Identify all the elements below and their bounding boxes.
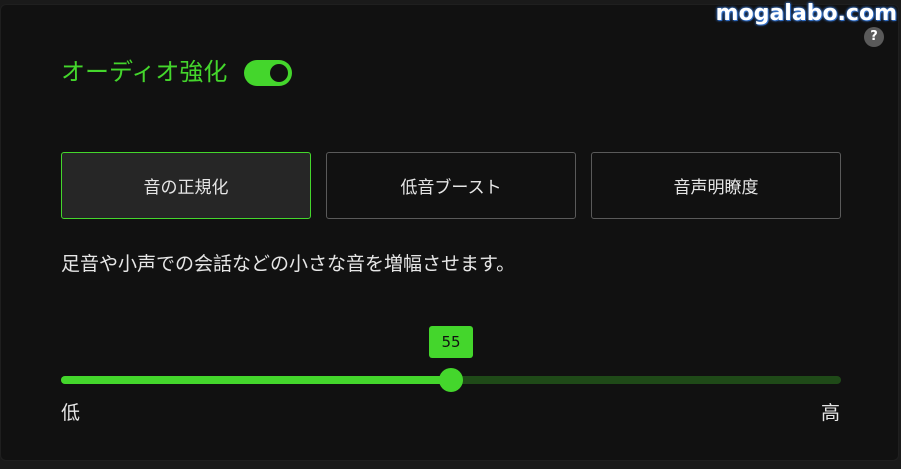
- mode-button-label: 低音ブースト: [400, 178, 502, 198]
- audio-enhance-title: オーディオ強化: [61, 58, 228, 86]
- mode-button-bass-boost[interactable]: 低音ブースト: [326, 152, 576, 219]
- audio-enhance-toggle[interactable]: [244, 60, 292, 86]
- level-slider-thumb[interactable]: [439, 368, 463, 392]
- slider-max-label: 高: [821, 402, 841, 424]
- watermark-logo: mogalabo.com: [715, 1, 897, 26]
- toggle-knob: [270, 64, 288, 82]
- mode-button-label: 音声明瞭度: [673, 178, 759, 198]
- level-slider-fill: [61, 376, 451, 384]
- slider-min-label: 低: [61, 402, 81, 424]
- audio-enhance-panel: ? オーディオ強化 音の正規化 低音ブースト 音声明瞭度 足音や小声での会話など…: [0, 4, 899, 461]
- mode-button-label: 音の正規化: [143, 178, 229, 198]
- mode-button-normalization[interactable]: 音の正規化: [61, 152, 311, 219]
- mode-button-voice-clarity[interactable]: 音声明瞭度: [591, 152, 841, 219]
- mode-description: 足音や小声での会話などの小さな音を増幅させます。: [61, 253, 516, 275]
- slider-value-badge: 55: [429, 326, 473, 358]
- help-icon[interactable]: ?: [864, 27, 884, 47]
